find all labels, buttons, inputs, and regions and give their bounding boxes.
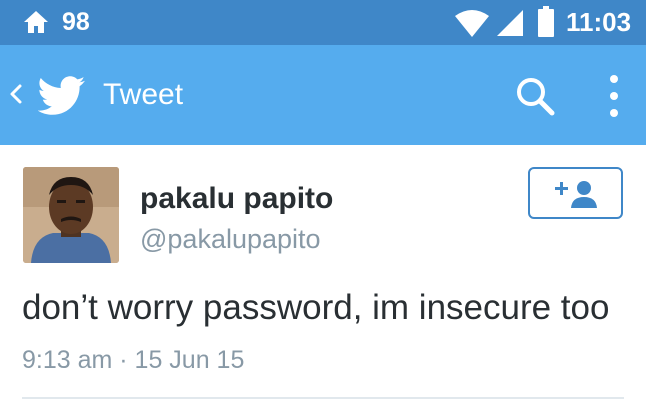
back-chevron-icon[interactable] <box>8 83 24 105</box>
divider <box>22 397 624 399</box>
avatar-photo <box>23 167 119 263</box>
battery-icon <box>538 6 554 37</box>
avatar[interactable] <box>23 167 119 263</box>
add-user-icon <box>555 181 597 208</box>
notification-count: 98 <box>62 8 90 36</box>
search-icon[interactable] <box>514 75 556 117</box>
tweet-timestamp[interactable]: 9:13 am · 15 Jun 15 <box>22 345 244 375</box>
status-time: 11:03 <box>566 7 632 37</box>
action-bar: Tweet <box>0 45 646 145</box>
home-icon <box>24 11 48 33</box>
page-title: Tweet <box>103 78 184 111</box>
twitter-bird-icon[interactable] <box>38 75 86 117</box>
follow-button[interactable] <box>528 167 623 219</box>
status-bar: 98 11:03 <box>0 0 646 45</box>
cell-signal-icon <box>497 10 523 36</box>
tweet-detail: pakalu papito @pakalupapito don’t worry … <box>0 145 646 400</box>
wifi-icon <box>455 10 489 37</box>
user-name[interactable]: pakalu papito <box>140 181 333 217</box>
overflow-menu-icon[interactable] <box>604 73 624 119</box>
tweet-text: don’t worry password, im insecure too <box>22 288 610 327</box>
user-handle[interactable]: @pakalupapito <box>140 223 321 255</box>
